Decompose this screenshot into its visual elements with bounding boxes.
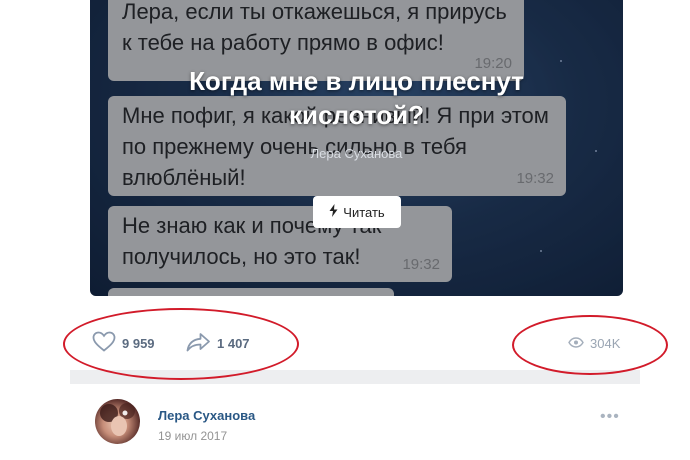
article-author: Лера Суханова <box>310 146 403 161</box>
annotation-ellipse <box>512 315 668 375</box>
next-post-header: Лера Суханова 19 июл 2017 ••• <box>95 398 635 458</box>
annotation-ellipse <box>63 308 299 380</box>
post-author-link[interactable]: Лера Суханова <box>158 408 255 423</box>
article-preview[interactable]: Лера, если ты откажешься, я прирусь к те… <box>90 0 623 296</box>
post-date[interactable]: 19 июл 2017 <box>158 429 227 443</box>
read-button[interactable]: Читать <box>313 196 401 228</box>
lightning-icon <box>329 204 338 220</box>
avatar[interactable] <box>95 399 140 444</box>
read-button-label: Читать <box>343 204 385 220</box>
more-options-icon[interactable]: ••• <box>600 408 620 426</box>
article-title[interactable]: Когда мне в лицо плеснут кислотой? <box>150 64 563 132</box>
